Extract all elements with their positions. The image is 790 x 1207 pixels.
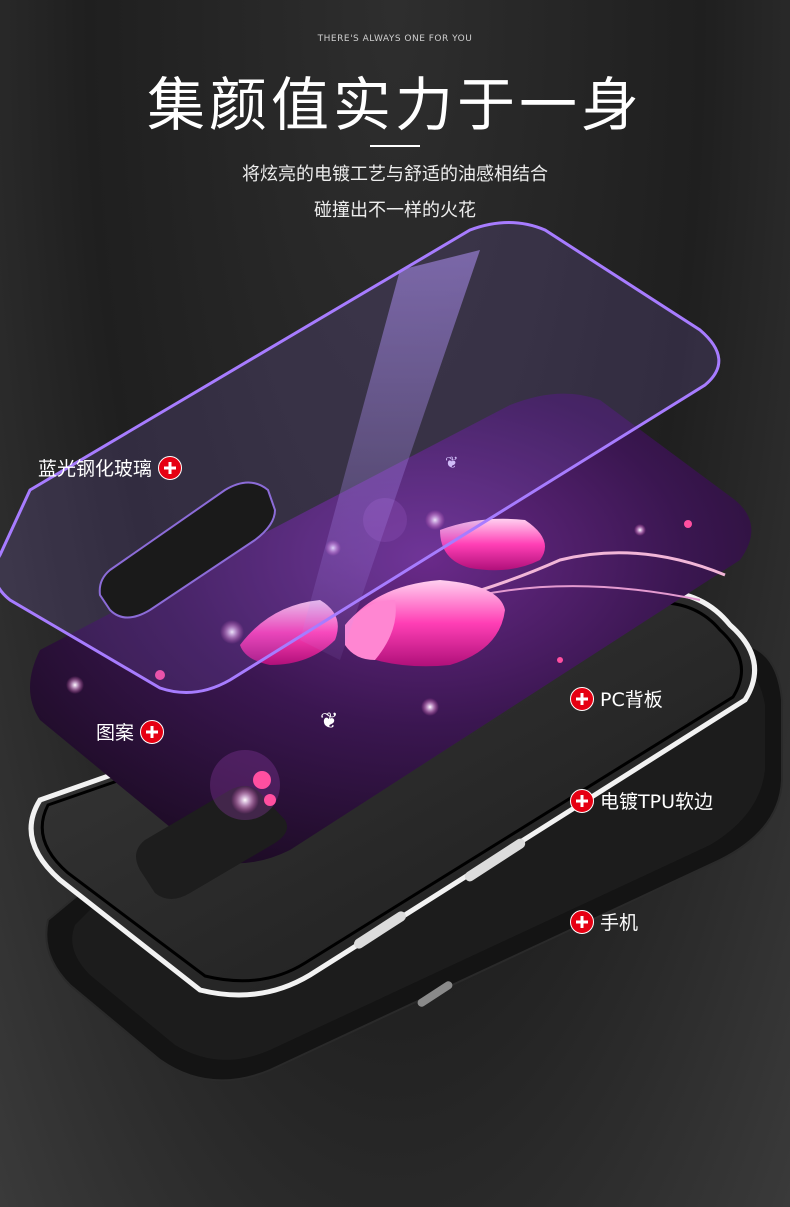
exploded-case-illustration: ❦ ❦	[0, 221, 783, 1082]
layer-label-phone: 手机	[570, 908, 638, 935]
plus-icon	[570, 788, 594, 813]
layer-label-glass-text: 蓝光钢化玻璃	[38, 458, 153, 480]
layer-label-pc-back-text: PC背板	[600, 689, 663, 711]
layer-label-pattern-text: 图案	[96, 722, 135, 744]
layer-label-glass: 蓝光钢化玻璃	[38, 454, 183, 481]
plus-icon	[140, 719, 165, 744]
layer-label-pattern: 图案	[96, 718, 165, 745]
butterfly-icon: ❦	[320, 709, 338, 734]
layer-label-tpu-edge-text: 电镀TPU软边	[600, 791, 713, 813]
layer-label-tpu-edge: 电镀TPU软边	[570, 787, 713, 814]
plus-icon	[570, 909, 594, 934]
plus-icon	[158, 455, 183, 480]
plus-icon	[570, 686, 594, 711]
layer-label-phone-text: 手机	[600, 912, 639, 934]
layer-label-pc-back: PC背板	[570, 685, 663, 712]
